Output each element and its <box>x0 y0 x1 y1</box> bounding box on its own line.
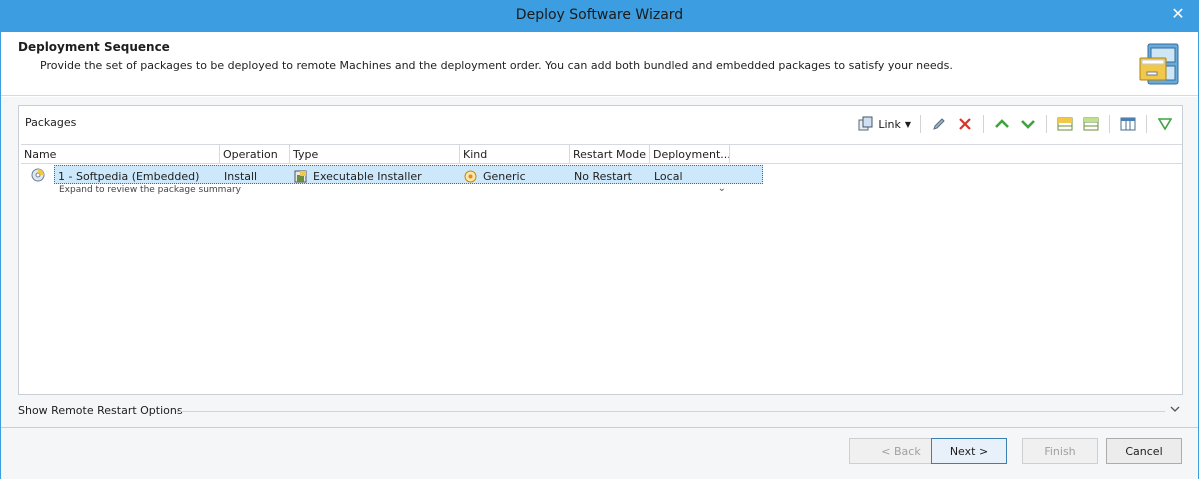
wizard-footer: < Back Next > Finish Cancel <box>1 427 1198 479</box>
package-summary-text: Expand to review the package summary <box>59 185 241 195</box>
generic-kind-icon <box>464 170 477 182</box>
move-down-button[interactable] <box>1017 113 1039 135</box>
toolbar-separator <box>920 115 921 133</box>
content-area: Packages Link ▼ Name Operation Type Kind… <box>1 97 1198 427</box>
cell-deployment: Local <box>651 166 731 184</box>
grid-header: Name Operation Type Kind Restart Mode De… <box>21 144 1182 164</box>
finish-button[interactable]: Finish <box>1022 438 1098 464</box>
expand-chevron-icon[interactable]: ⌄ <box>718 183 726 194</box>
group-icon <box>1057 117 1073 131</box>
packages-toolbar: Link ▼ <box>856 113 1176 135</box>
remote-restart-options-label[interactable]: Show Remote Restart Options <box>18 404 187 417</box>
cell-restart-mode: No Restart <box>571 166 651 184</box>
columns-button[interactable] <box>1117 113 1139 135</box>
package-kind: Generic <box>483 169 526 183</box>
chevron-down-icon[interactable] <box>1169 403 1181 415</box>
ungroup-icon <box>1083 117 1099 131</box>
page-title: Deployment Sequence <box>18 40 170 54</box>
column-header-type[interactable]: Type <box>290 145 460 163</box>
column-header-operation[interactable]: Operation <box>220 145 290 163</box>
cell-operation: Install <box>221 166 291 184</box>
group-button[interactable] <box>1054 113 1076 135</box>
toolbar-separator <box>1146 115 1147 133</box>
package-restart-mode: No Restart <box>574 169 632 183</box>
delete-button[interactable] <box>954 113 976 135</box>
cell-type: Executable Installer <box>291 166 461 184</box>
link-label: Link <box>878 117 901 131</box>
filter-button[interactable] <box>1154 113 1176 135</box>
column-header-kind[interactable]: Kind <box>460 145 570 163</box>
expander-divider <box>176 411 1165 412</box>
move-up-button[interactable] <box>991 113 1013 135</box>
packages-label: Packages <box>25 116 77 129</box>
edit-button[interactable] <box>928 113 950 135</box>
close-button[interactable]: ✕ <box>1164 3 1192 25</box>
column-header-deployment[interactable]: Deployment... <box>650 145 730 163</box>
columns-icon <box>1120 117 1136 131</box>
chevron-down-icon: ▼ <box>904 119 911 129</box>
remote-restart-options-expander[interactable]: Show Remote Restart Options <box>18 403 1183 419</box>
page-description: Provide the set of packages to be deploy… <box>40 59 953 72</box>
cell-name: 1 - Softpedia (Embedded) <box>55 166 221 184</box>
wizard-header: Deployment Sequence Provide the set of p… <box>1 32 1198 96</box>
next-button[interactable]: Next > <box>931 438 1007 464</box>
ungroup-button[interactable] <box>1080 113 1102 135</box>
link-button[interactable]: Link ▼ <box>856 113 913 135</box>
move-up-icon <box>995 119 1009 128</box>
move-down-icon <box>1021 120 1035 129</box>
toolbar-separator <box>1109 115 1110 133</box>
package-summary-row[interactable]: Expand to review the package summary ⌄ <box>21 183 730 198</box>
toolbar-separator <box>1046 115 1047 133</box>
title-bar[interactable]: Deploy Software Wizard ✕ <box>1 1 1198 32</box>
package-deployment: Local <box>654 169 683 183</box>
column-header-filler <box>730 145 1182 163</box>
package-disc-icon <box>31 168 44 181</box>
filter-icon <box>1158 118 1172 131</box>
window-title: Deploy Software Wizard <box>515 7 684 23</box>
package-operation: Install <box>224 169 258 183</box>
selected-row[interactable]: 1 - Softpedia (Embedded) Install Executa… <box>54 165 763 184</box>
table-row[interactable]: 1 - Softpedia (Embedded) Install Executa… <box>21 165 1182 184</box>
row-indicator <box>21 165 54 184</box>
packages-panel: Packages Link ▼ Name Operation Type Kind… <box>18 105 1183 395</box>
cancel-button[interactable]: Cancel <box>1106 438 1182 464</box>
installer-icon <box>294 170 307 182</box>
file-cabinet-icon <box>1139 43 1179 85</box>
package-name: 1 - Softpedia (Embedded) <box>58 169 200 183</box>
delete-icon <box>959 118 971 130</box>
edit-icon <box>933 118 945 130</box>
wizard-window: Deploy Software Wizard ✕ Deployment Sequ… <box>0 0 1199 479</box>
packages-grid: Name Operation Type Kind Restart Mode De… <box>21 144 1182 198</box>
link-icon <box>858 116 873 131</box>
package-type: Executable Installer <box>313 169 422 183</box>
column-header-restart-mode[interactable]: Restart Mode <box>570 145 650 163</box>
cell-kind: Generic <box>461 166 571 184</box>
toolbar-separator <box>983 115 984 133</box>
column-header-name[interactable]: Name <box>21 145 220 163</box>
